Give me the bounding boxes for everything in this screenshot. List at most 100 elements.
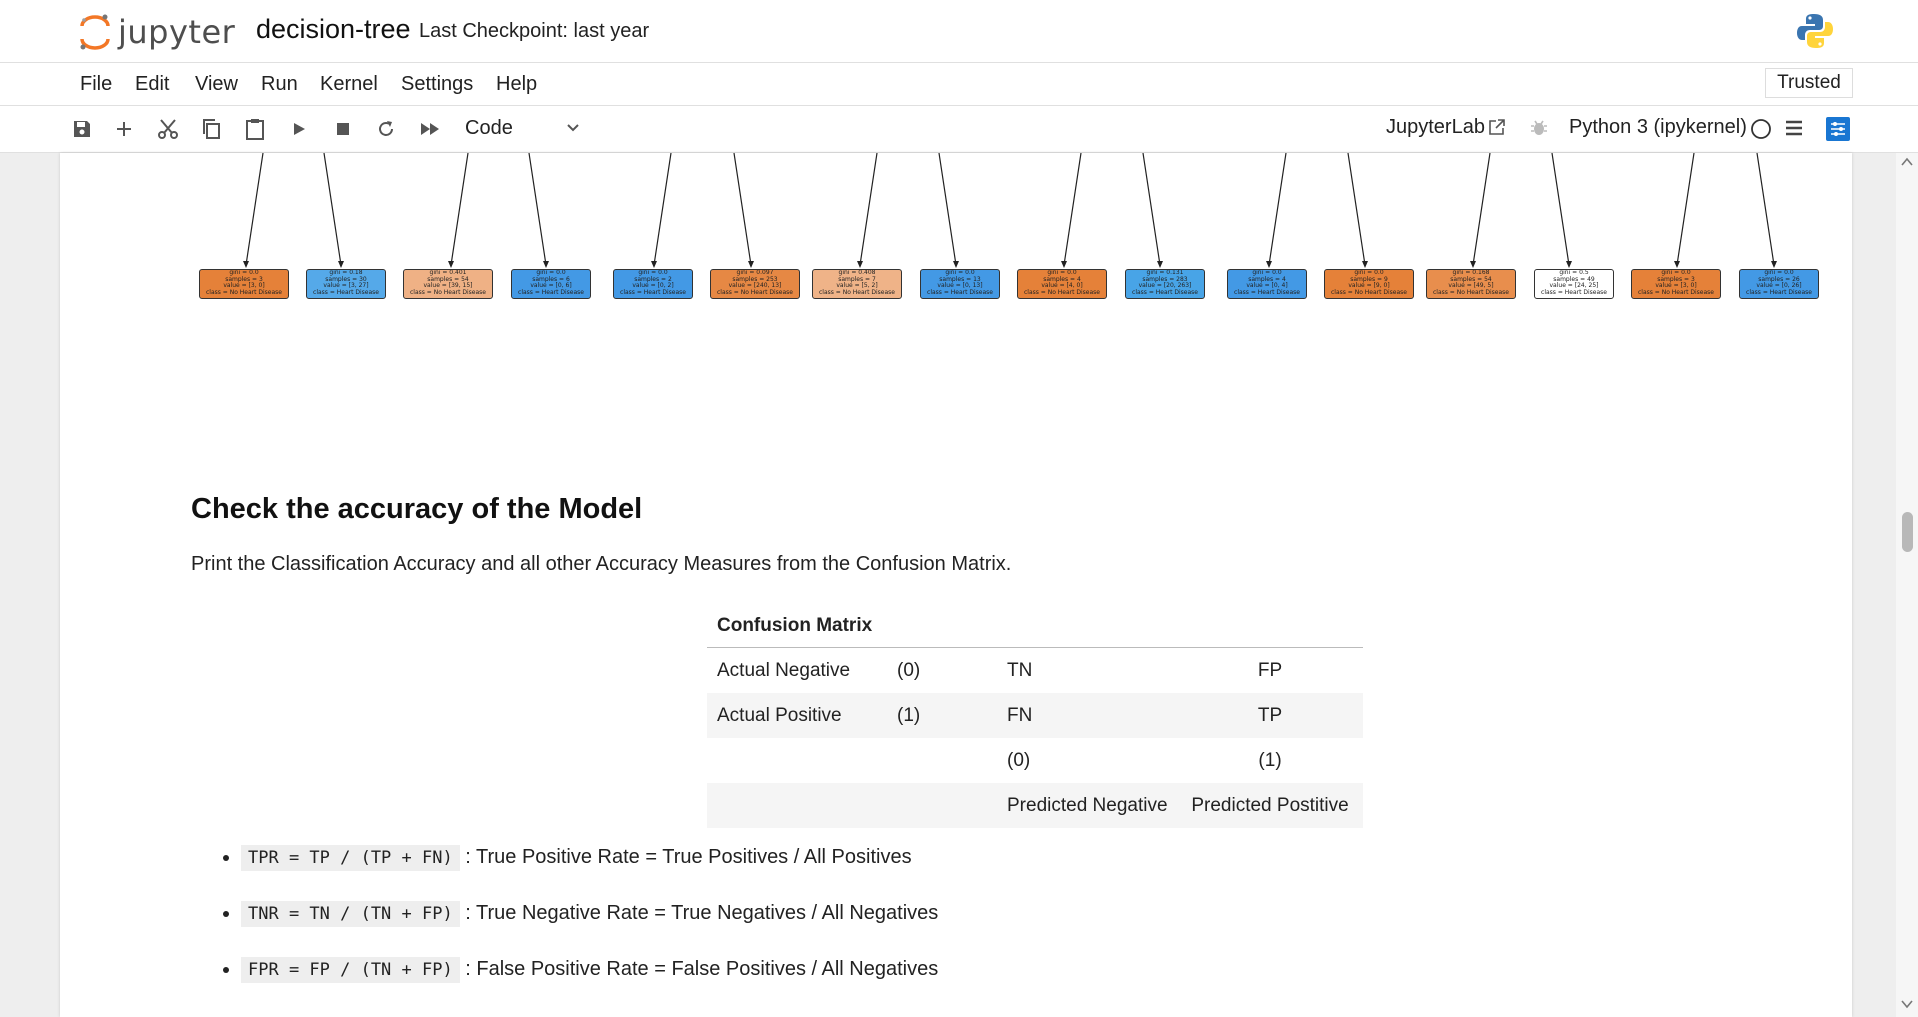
tree-edge <box>653 153 672 266</box>
plus-icon <box>117 122 131 136</box>
tree-edge <box>1142 153 1161 266</box>
play-icon <box>294 123 305 135</box>
insert-cell-button[interactable] <box>109 114 139 144</box>
menu-settings[interactable]: Settings <box>401 73 473 96</box>
tree-edge <box>1551 153 1570 266</box>
copy-icon <box>203 119 220 139</box>
tree-edge-arrow <box>748 261 754 268</box>
tree-node: gini = 0.0 samples = 3 value = [3, 0] class… <box>1631 269 1721 299</box>
menu-run[interactable]: Run <box>261 73 298 96</box>
trusted-indicator[interactable]: Trusted <box>1765 68 1853 98</box>
tree-node-text: class = Heart Disease <box>620 288 686 296</box>
table-header: Confusion Matrix <box>707 605 1363 648</box>
list-item: TNR = TN / (TN + FP) : True Negative Rat… <box>241 899 938 928</box>
tree-node: gini = 0.0 samples = 6 value = [0, 6] class… <box>511 269 591 299</box>
tree-edge-arrow <box>1566 261 1572 268</box>
top-header: jupyter decision-tree Last Checkpoint: l… <box>0 0 1918 63</box>
menu-lines-icon[interactable] <box>1785 119 1803 137</box>
section-heading: Check the accuracy of the Model <box>191 493 643 525</box>
tree-edge-arrow <box>543 261 549 268</box>
vertical-scrollbar[interactable] <box>1896 153 1918 1017</box>
tree-edge <box>323 153 342 266</box>
kernel-name[interactable]: Python 3 (ipykernel) <box>1569 116 1747 139</box>
section-description: Print the Classification Accuracy and al… <box>191 553 1012 575</box>
cell-type-dropdown[interactable]: Code <box>465 117 585 143</box>
menu-help[interactable]: Help <box>496 73 537 96</box>
table-cell <box>707 783 887 828</box>
menu-file[interactable]: File <box>80 73 112 96</box>
tree-node-text: class = Heart Disease <box>1132 288 1198 296</box>
restart-icon <box>379 121 393 136</box>
clipboard-icon <box>246 119 264 140</box>
tree-node-text: class = No Heart Disease <box>1023 288 1100 296</box>
restart-kernel-button[interactable] <box>371 114 401 144</box>
menu-kernel[interactable]: Kernel <box>320 73 378 96</box>
tree-node: gini = 0.0 samples = 4 value = [4, 0] class… <box>1017 269 1107 299</box>
notebook-toolbar: Code JupyterLab Python 3 (ipykernel) <box>0 106 1918 153</box>
tree-node-text: class = No Heart Disease <box>1330 288 1407 296</box>
tree-node: gini = 0.0 samples = 26 value = [0, 26] cla… <box>1739 269 1819 299</box>
interrupt-kernel-button[interactable] <box>328 114 358 144</box>
chevron-down-icon <box>567 124 579 132</box>
tree-edge-arrow <box>953 261 959 268</box>
table-row: Actual Positive (1) FN TP <box>707 693 1363 738</box>
cell-type-value: Code <box>465 117 513 139</box>
table-cell: Predicted Postitive <box>1177 783 1363 828</box>
tree-node-text: class = Heart Disease <box>1541 288 1607 296</box>
tree-node: gini = 0.5 samples = 49 value = [24, 25] cl… <box>1534 269 1614 299</box>
table-row: Actual Negative (0) TN FP <box>707 648 1363 694</box>
paste-button[interactable] <box>240 114 270 144</box>
formula-code: TNR = TN / (TN + FP) <box>241 901 460 927</box>
save-button[interactable] <box>67 114 97 144</box>
notebook-panel: gini = 0.0 samples = 3 value = [3, 0] class… <box>0 153 1918 1017</box>
table-header-row: Confusion Matrix <box>707 605 1363 648</box>
external-link-icon[interactable] <box>1488 118 1506 136</box>
notebook-name[interactable]: decision-tree <box>256 14 411 45</box>
tree-node: gini = 0.097 samples = 253 value = [240, 1… <box>710 269 800 299</box>
table-cell: FP <box>1257 659 1283 681</box>
tree-node: gini = 0.0 samples = 4 value = [0, 4] class… <box>1227 269 1307 299</box>
save-icon <box>74 121 90 137</box>
tree-edge <box>1063 153 1082 266</box>
tree-node-text: class = Heart Disease <box>927 288 993 296</box>
accuracy-measures-list: TPR = TP / (TP + FN) : True Positive Rat… <box>191 843 938 1011</box>
tree-node-text: class = No Heart Disease <box>409 288 486 296</box>
jupyter-logo[interactable]: jupyter <box>78 10 235 54</box>
table-row: Predicted Negative Predicted Postitive <box>707 783 1363 828</box>
fast-forward-icon <box>421 123 439 135</box>
restart-run-all-button[interactable] <box>415 114 445 144</box>
scroll-up-icon[interactable] <box>1901 157 1913 167</box>
jupyterlab-link[interactable]: JupyterLab <box>1386 116 1485 139</box>
table-cell: Predicted Negative <box>997 783 1178 828</box>
tree-edge <box>1756 153 1775 266</box>
tree-edge <box>938 153 957 266</box>
table-cell: Actual Positive <box>707 693 887 738</box>
menu-edit[interactable]: Edit <box>135 73 169 96</box>
scrollbar-thumb[interactable] <box>1902 512 1913 552</box>
property-inspector-button[interactable] <box>1826 117 1850 141</box>
run-cell-button[interactable] <box>284 114 314 144</box>
table-cell: TP <box>1177 693 1363 738</box>
decision-tree-plot: gini = 0.0 samples = 3 value = [3, 0] class… <box>60 153 1852 313</box>
tree-edge-arrow <box>651 261 657 268</box>
cut-button[interactable] <box>153 114 183 144</box>
tree-node-text: class = No Heart Disease <box>818 288 895 296</box>
menu-view[interactable]: View <box>195 73 238 96</box>
tree-node-text: class = Heart Disease <box>1746 288 1812 296</box>
notebook-content: gini = 0.0 samples = 3 value = [3, 0] class… <box>60 153 1852 1017</box>
tree-edge <box>1347 153 1366 266</box>
formula-description: : True Negative Rate = True Negatives / … <box>465 902 939 924</box>
tree-edge <box>733 153 752 266</box>
table-row: (0) (1) <box>707 738 1363 783</box>
tree-edge-arrow <box>448 261 454 268</box>
copy-button[interactable] <box>196 114 226 144</box>
tree-edge-arrow <box>857 261 863 268</box>
debugger-bug-icon[interactable] <box>1529 118 1549 138</box>
tree-node: gini = 0.408 samples = 7 value = [5, 2] cla… <box>812 269 902 299</box>
tree-edge-arrow <box>1470 261 1476 268</box>
scroll-down-icon[interactable] <box>1901 999 1913 1009</box>
tree-node-text: class = No Heart Disease <box>1432 288 1509 296</box>
menu-bar: File Edit View Run Kernel Settings Help <box>0 63 1918 106</box>
table-cell: (0) <box>1007 749 1031 771</box>
logo-text: jupyter <box>118 13 236 51</box>
